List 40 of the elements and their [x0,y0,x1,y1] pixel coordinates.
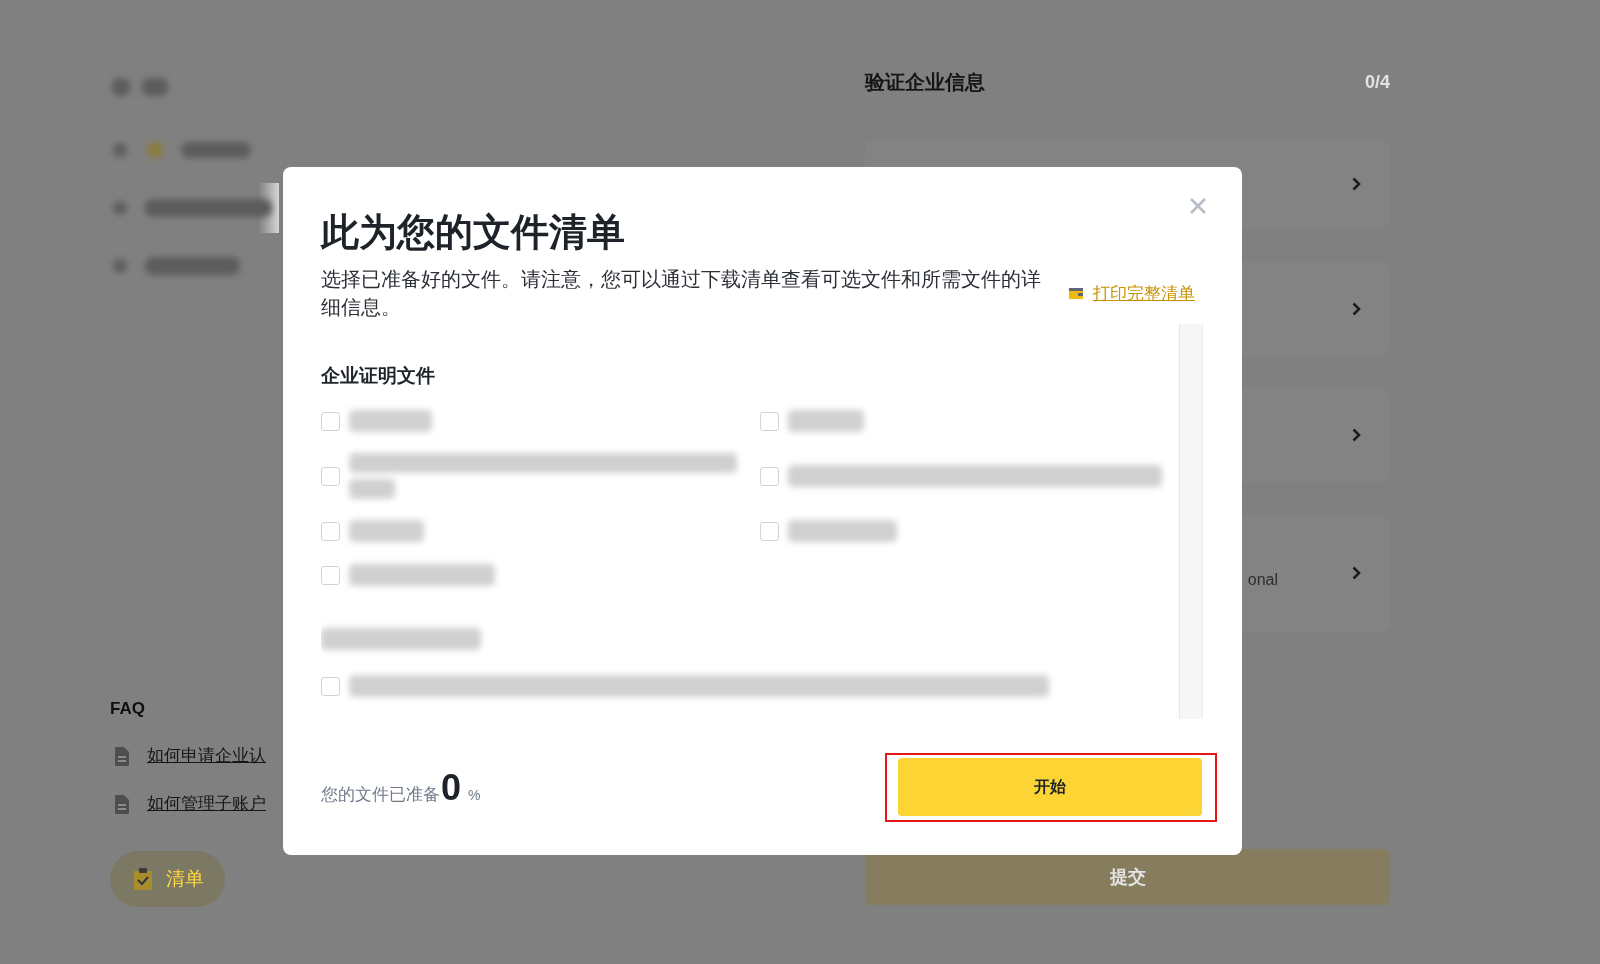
clipboard-check-icon [134,868,152,890]
chevron-right-icon [1352,566,1361,580]
faq-heading: FAQ [110,698,145,720]
checkbox[interactable] [321,521,340,541]
dialog-title: 此为您的文件清单 [321,210,625,255]
faq-link[interactable]: 如何申请企业认 [147,744,266,768]
blurred-icon [147,142,163,158]
checkbox[interactable] [760,411,779,431]
checkbox[interactable] [321,676,340,696]
blurred-icon [113,201,127,215]
blurred-text [181,142,251,158]
checklist-button[interactable]: 清单 [110,851,225,907]
document-icon [115,794,129,814]
blurred-text [142,78,168,96]
progress-count: 0/4 [1364,71,1390,93]
blurred-icon [113,259,127,273]
checkbox[interactable] [760,466,779,486]
document-icon [115,746,129,766]
checkbox[interactable] [321,411,340,431]
checkbox[interactable] [760,521,779,541]
dialog-description: 选择已准备好的文件。请注意，您可以通过下载清单查看可选文件和所需文件的详细信息。 [321,267,1042,320]
checkbox[interactable] [321,466,340,486]
chevron-right-icon [1352,428,1361,442]
blurred-icon [113,143,127,157]
start-button[interactable]: 开始 [898,758,1202,816]
step-label: onal [1247,571,1278,589]
chevron-right-icon [1352,177,1361,191]
section-title: 验证企业信息 [865,69,985,95]
wallet-icon [1069,287,1083,299]
close-icon[interactable] [1189,197,1207,215]
section-heading: 企业证明文件 [321,364,435,388]
progress-unit: % [468,786,481,803]
progress-value: 0 [441,766,462,809]
progress-label: 您的文件已准备 [321,783,440,806]
chevron-right-icon [1352,302,1361,316]
blurred-icon [112,78,130,96]
faq-link[interactable]: 如何管理子账户 [147,792,266,816]
scrollbar-track[interactable] [1179,324,1203,719]
checkbox[interactable] [321,565,340,585]
print-link[interactable]: 打印完整清单 [1069,281,1195,305]
